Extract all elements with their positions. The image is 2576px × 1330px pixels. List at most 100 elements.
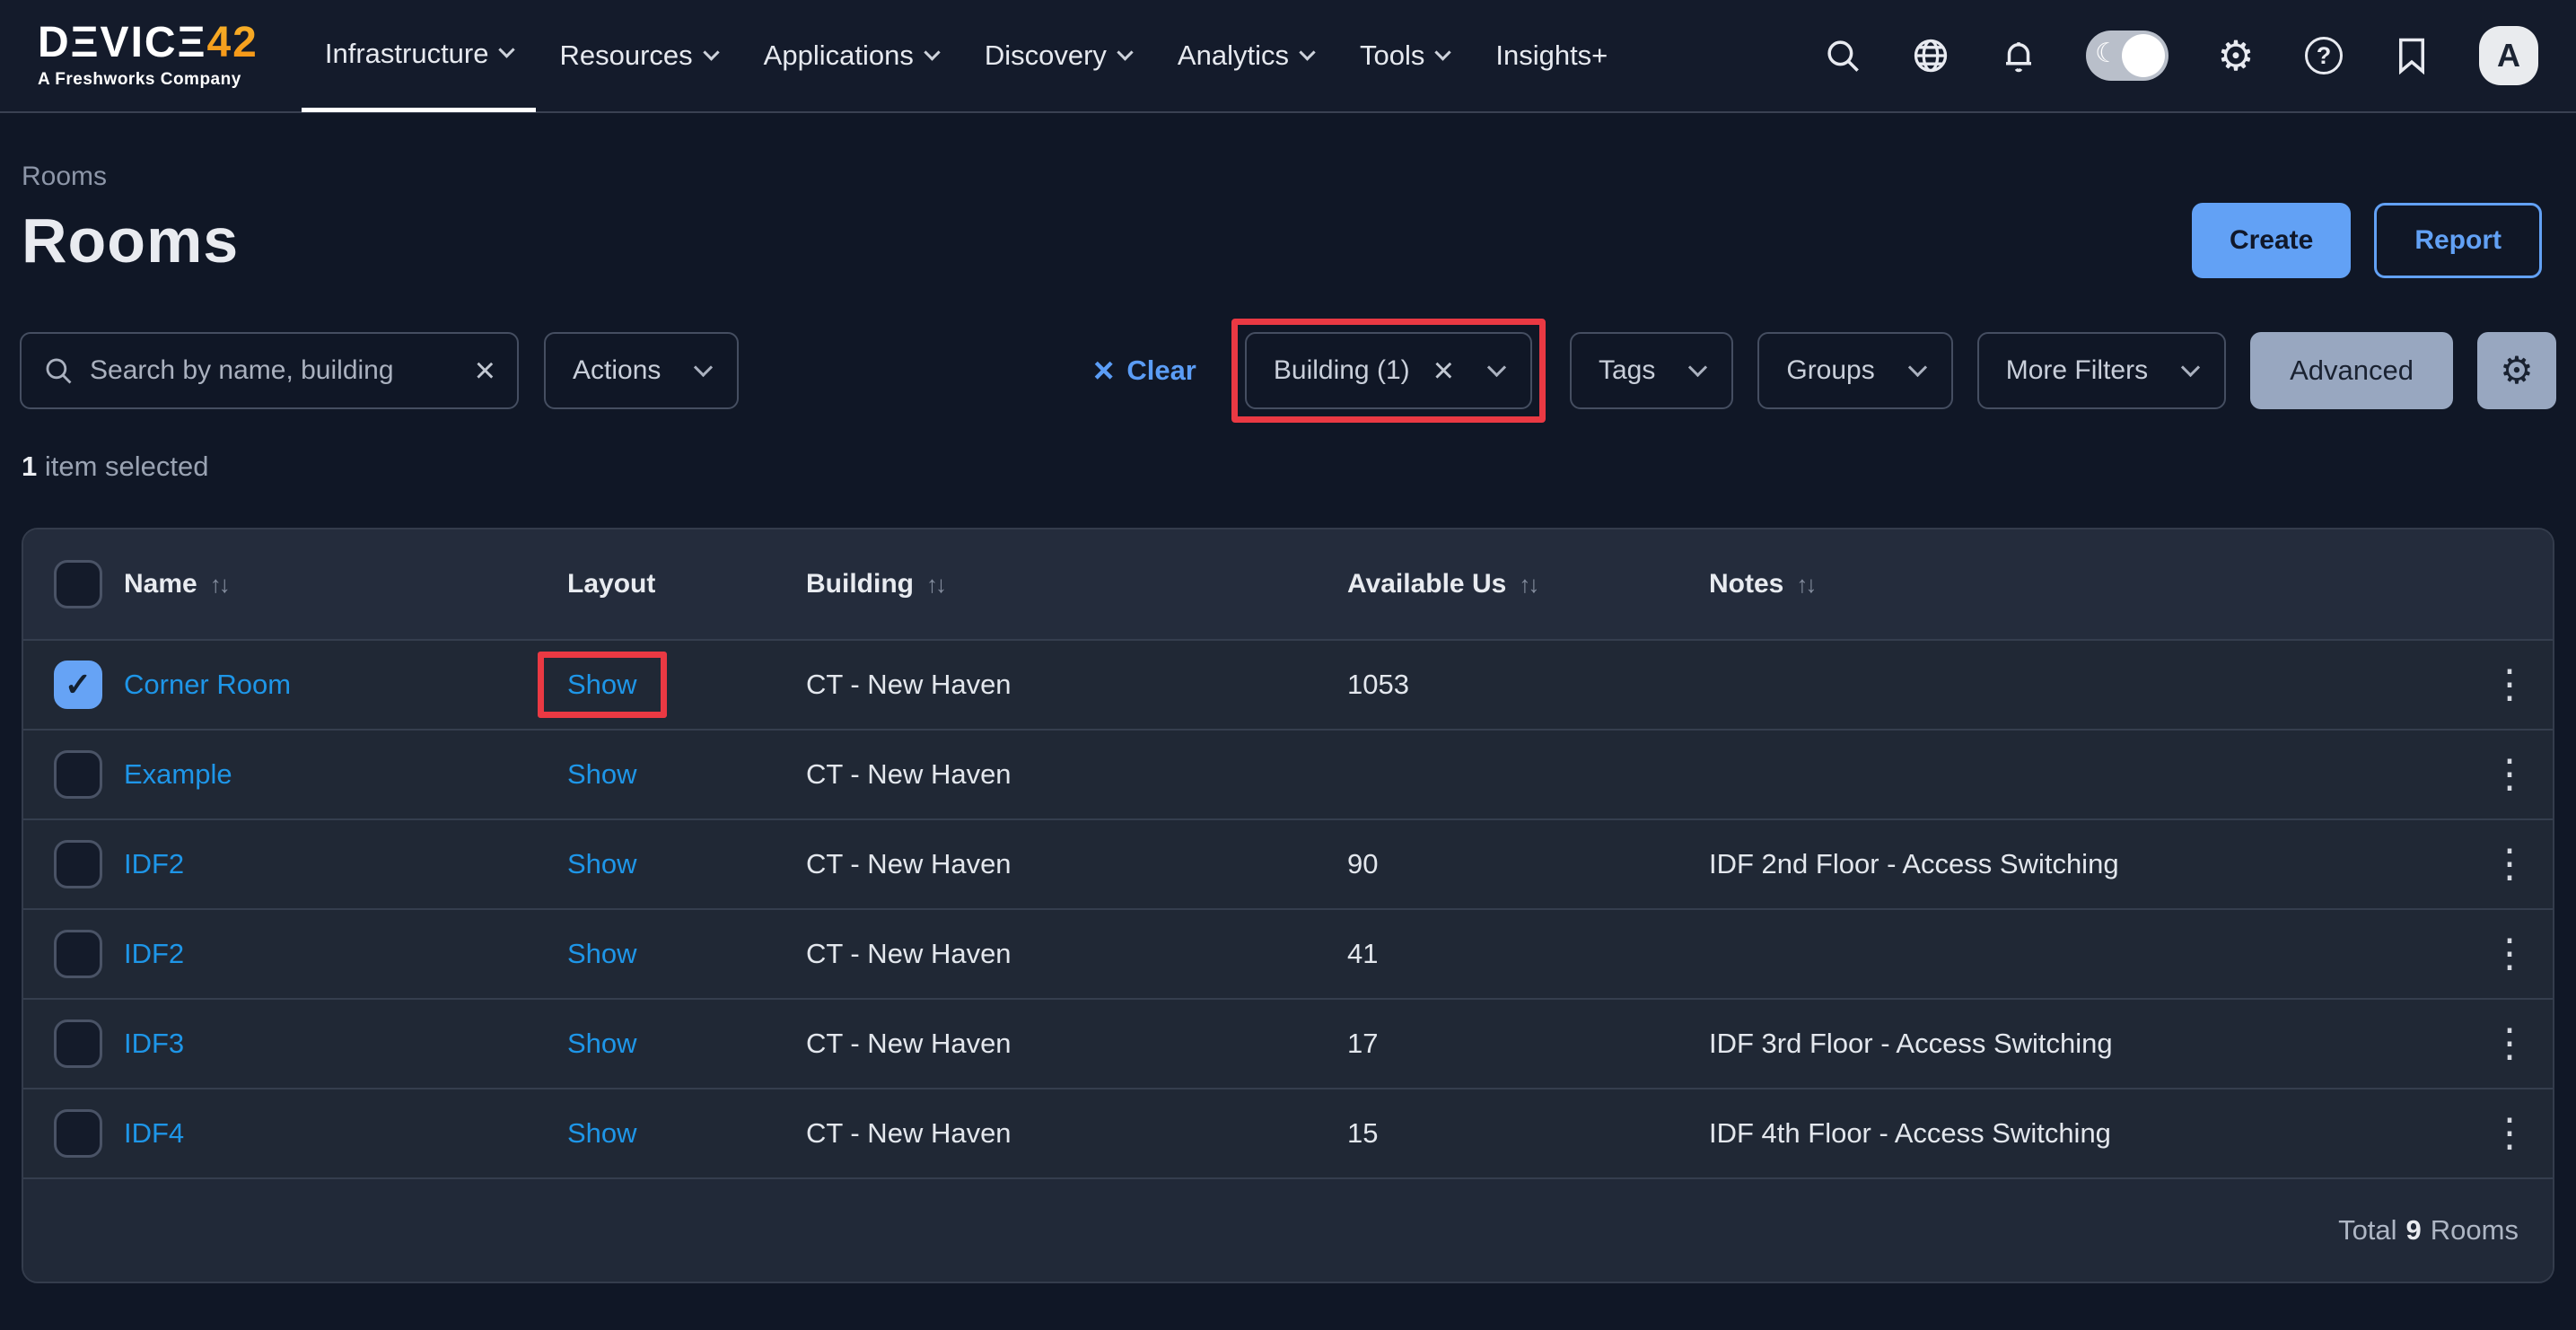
annotation-box-show-link: Show: [538, 652, 667, 718]
groups-dropdown[interactable]: Groups: [1757, 332, 1952, 409]
more-filters-dropdown[interactable]: More Filters: [1977, 332, 2226, 409]
row-actions-kebab-icon[interactable]: ⋮: [2466, 1024, 2553, 1063]
row-actions-kebab-icon[interactable]: ⋮: [2466, 755, 2553, 794]
sort-icon[interactable]: ↑↓: [210, 571, 228, 599]
sort-icon[interactable]: ↑↓: [926, 571, 944, 599]
building-cell: CT - New Haven: [806, 938, 1347, 970]
column-header-name[interactable]: Name↑↓: [124, 569, 567, 599]
chevron-down-icon: [1688, 357, 1707, 376]
room-name-link[interactable]: Example: [124, 758, 232, 790]
available-cell: 15: [1347, 1117, 1709, 1150]
chevron-down-icon: [1299, 44, 1315, 60]
column-header-notes[interactable]: Notes↑↓: [1709, 569, 2466, 599]
title-row: Rooms Create Report: [20, 203, 2556, 278]
selection-status: 1 item selected: [20, 451, 2556, 483]
room-name-link[interactable]: IDF4: [124, 1117, 184, 1149]
column-header-layout: Layout: [567, 569, 806, 599]
nav-analytics[interactable]: Analytics: [1154, 0, 1336, 112]
room-name-link[interactable]: Corner Room: [124, 669, 291, 700]
row-checkbox[interactable]: [54, 1109, 102, 1158]
total-count: 9: [2406, 1214, 2422, 1247]
nav-infrastructure[interactable]: Infrastructure: [302, 0, 537, 112]
breadcrumb[interactable]: Rooms: [20, 162, 2556, 192]
settings-gear-icon[interactable]: ⚙: [2215, 35, 2256, 76]
moon-icon: ☾: [2095, 38, 2119, 69]
search-box[interactable]: ×: [20, 332, 519, 409]
row-checkbox[interactable]: [54, 750, 102, 799]
table-row: Example Show CT - New Haven ⋮: [23, 729, 2553, 818]
sort-icon[interactable]: ↑↓: [1796, 571, 1814, 599]
nav-applications[interactable]: Applications: [740, 0, 961, 112]
row-checkbox[interactable]: [54, 930, 102, 978]
help-icon[interactable]: ?: [2303, 35, 2344, 76]
layout-show-link[interactable]: Show: [567, 669, 637, 701]
layout-show-link[interactable]: Show: [567, 1117, 637, 1149]
room-name-link[interactable]: IDF2: [124, 938, 184, 969]
room-name-link[interactable]: IDF3: [124, 1028, 184, 1059]
page-title: Rooms: [20, 205, 239, 276]
layout-show-link[interactable]: Show: [567, 938, 637, 969]
building-cell: CT - New Haven: [806, 1028, 1347, 1060]
chevron-down-icon: [499, 41, 515, 57]
row-actions-kebab-icon[interactable]: ⋮: [2466, 934, 2553, 974]
chevron-down-icon: [694, 357, 713, 376]
available-cell: 41: [1347, 938, 1709, 970]
table-row: IDF2 Show CT - New Haven 41 ⋮: [23, 908, 2553, 998]
notifications-bell-icon[interactable]: [1998, 35, 2039, 76]
room-name-link[interactable]: IDF2: [124, 848, 184, 879]
row-checkbox[interactable]: [54, 1019, 102, 1068]
create-button[interactable]: Create: [2192, 203, 2351, 278]
building-filter-chip[interactable]: Building (1) ×: [1245, 332, 1532, 409]
nav-discovery[interactable]: Discovery: [961, 0, 1154, 112]
chevron-down-icon: [1117, 44, 1133, 60]
row-actions-kebab-icon[interactable]: ⋮: [2466, 1114, 2553, 1153]
row-actions-kebab-icon[interactable]: ⋮: [2466, 844, 2553, 884]
top-navigation-bar: DΞVICΞ42 A Freshworks Company Infrastruc…: [0, 0, 2576, 113]
row-actions-kebab-icon[interactable]: ⋮: [2466, 665, 2553, 704]
user-avatar[interactable]: A: [2479, 26, 2538, 85]
building-cell: CT - New Haven: [806, 1117, 1347, 1150]
chevron-down-icon: [1435, 44, 1451, 60]
filter-toolbar: × Actions × Clear Building (1) ×: [20, 332, 2556, 409]
remove-building-filter-icon[interactable]: ×: [1433, 353, 1454, 389]
building-cell: CT - New Haven: [806, 669, 1347, 701]
search-icon[interactable]: [1822, 35, 1863, 76]
annotation-box-building-filter: Building (1) ×: [1231, 319, 1546, 423]
building-cell: CT - New Haven: [806, 848, 1347, 880]
report-button[interactable]: Report: [2374, 203, 2542, 278]
clear-filters-button[interactable]: × Clear: [1093, 353, 1196, 389]
page-content: Rooms Rooms Create Report × Actions × Cl…: [0, 162, 2576, 1283]
device42-logo[interactable]: DΞVICΞ42 A Freshworks Company: [38, 22, 258, 90]
nav-insights-plus[interactable]: Insights+: [1472, 0, 1631, 112]
sort-icon[interactable]: ↑↓: [1519, 571, 1537, 599]
select-all-checkbox[interactable]: [54, 560, 102, 608]
layout-show-link[interactable]: Show: [567, 1028, 637, 1059]
nav-resources[interactable]: Resources: [536, 0, 740, 112]
logo-tagline: A Freshworks Company: [38, 70, 258, 90]
rooms-page: DΞVICΞ42 A Freshworks Company Infrastruc…: [0, 0, 2576, 1330]
topbar-utilities: ☾ ⚙ ? A: [1822, 26, 2538, 85]
advanced-button[interactable]: Advanced: [2250, 332, 2453, 409]
row-checkbox[interactable]: ✓: [54, 661, 102, 709]
dark-mode-toggle[interactable]: ☾: [2086, 31, 2169, 81]
tags-dropdown[interactable]: Tags: [1570, 332, 1733, 409]
available-cell: 17: [1347, 1028, 1709, 1060]
nav-tools[interactable]: Tools: [1336, 0, 1472, 112]
row-checkbox[interactable]: [54, 840, 102, 888]
clear-search-icon[interactable]: ×: [475, 353, 495, 389]
available-cell: 1053: [1347, 669, 1709, 701]
column-header-building[interactable]: Building↑↓: [806, 569, 1347, 599]
toggle-knob: [2122, 34, 2165, 77]
globe-icon[interactable]: [1910, 35, 1951, 76]
layout-show-link[interactable]: Show: [567, 758, 637, 790]
table-row: IDF3 Show CT - New Haven 17 IDF 3rd Floo…: [23, 998, 2553, 1088]
table-row: IDF4 Show CT - New Haven 15 IDF 4th Floo…: [23, 1088, 2553, 1177]
search-input[interactable]: [90, 355, 459, 386]
bookmark-icon[interactable]: [2391, 35, 2432, 76]
column-header-available[interactable]: Available Us↑↓: [1347, 569, 1709, 599]
layout-show-link[interactable]: Show: [567, 848, 637, 879]
notes-cell: IDF 3rd Floor - Access Switching: [1709, 1028, 2466, 1060]
actions-dropdown[interactable]: Actions: [544, 332, 739, 409]
table-footer: Total 9 Rooms: [23, 1177, 2553, 1282]
table-settings-button[interactable]: ⚙: [2477, 332, 2556, 409]
